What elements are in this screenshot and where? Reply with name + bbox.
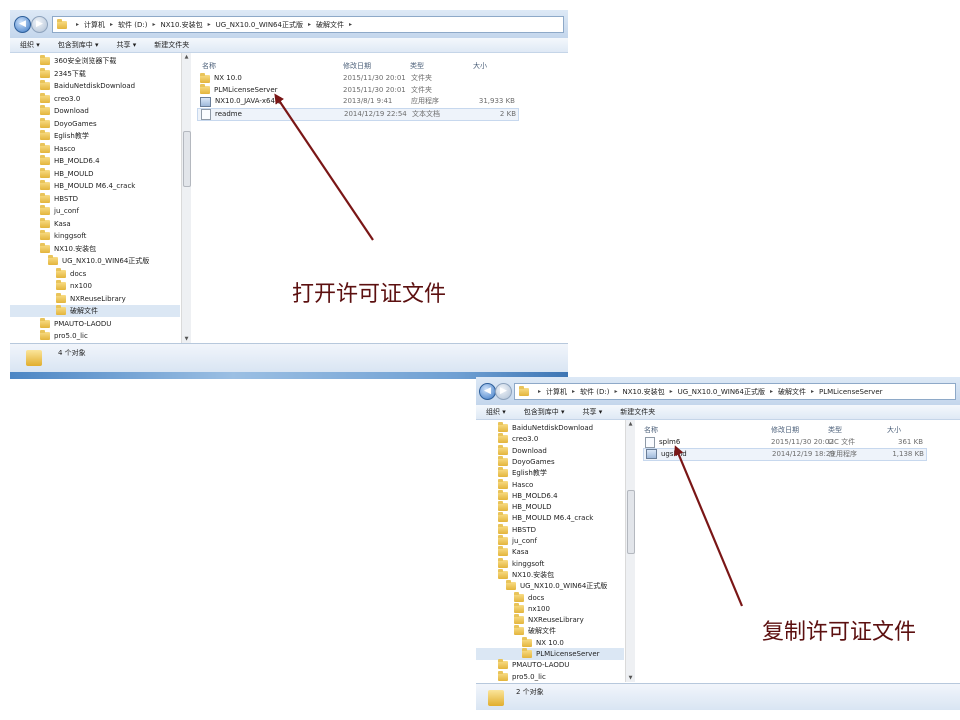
arrow-to-license-folder — [274, 93, 374, 241]
caption-copy-license: 复制许可证文件 — [762, 620, 917, 645]
caption-open-license: 打开许可证文件 — [292, 282, 447, 307]
annotation-arrows — [274, 93, 744, 607]
arrow-to-license-file — [674, 445, 744, 607]
